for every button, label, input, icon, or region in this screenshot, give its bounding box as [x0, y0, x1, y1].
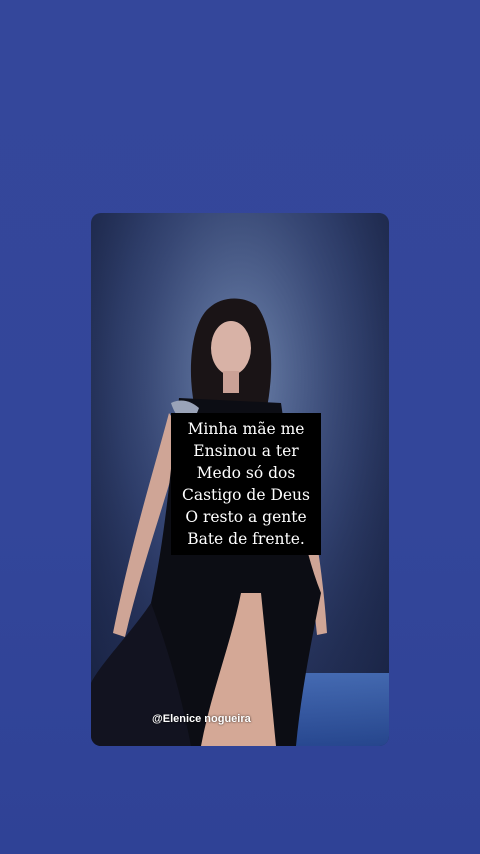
story-image-card[interactable]: Minha mãe me Ensinou a ter Medo só dos C…	[91, 213, 389, 746]
quote-line: Minha mãe me	[187, 420, 305, 438]
quote-line: Bate de frente.	[187, 530, 305, 548]
quote-line: Castigo de Deus	[182, 486, 310, 504]
quote-line: Ensinou a ter	[193, 442, 299, 460]
quote-line: O resto a gente	[185, 508, 307, 526]
quote-line: Medo só dos	[196, 464, 296, 482]
story-screen: Minha mãe me Ensinou a ter Medo só dos C…	[0, 0, 480, 854]
author-handle[interactable]: @Elenice nogueira	[152, 713, 251, 725]
quote-text-box: Minha mãe me Ensinou a ter Medo só dos C…	[171, 413, 321, 555]
